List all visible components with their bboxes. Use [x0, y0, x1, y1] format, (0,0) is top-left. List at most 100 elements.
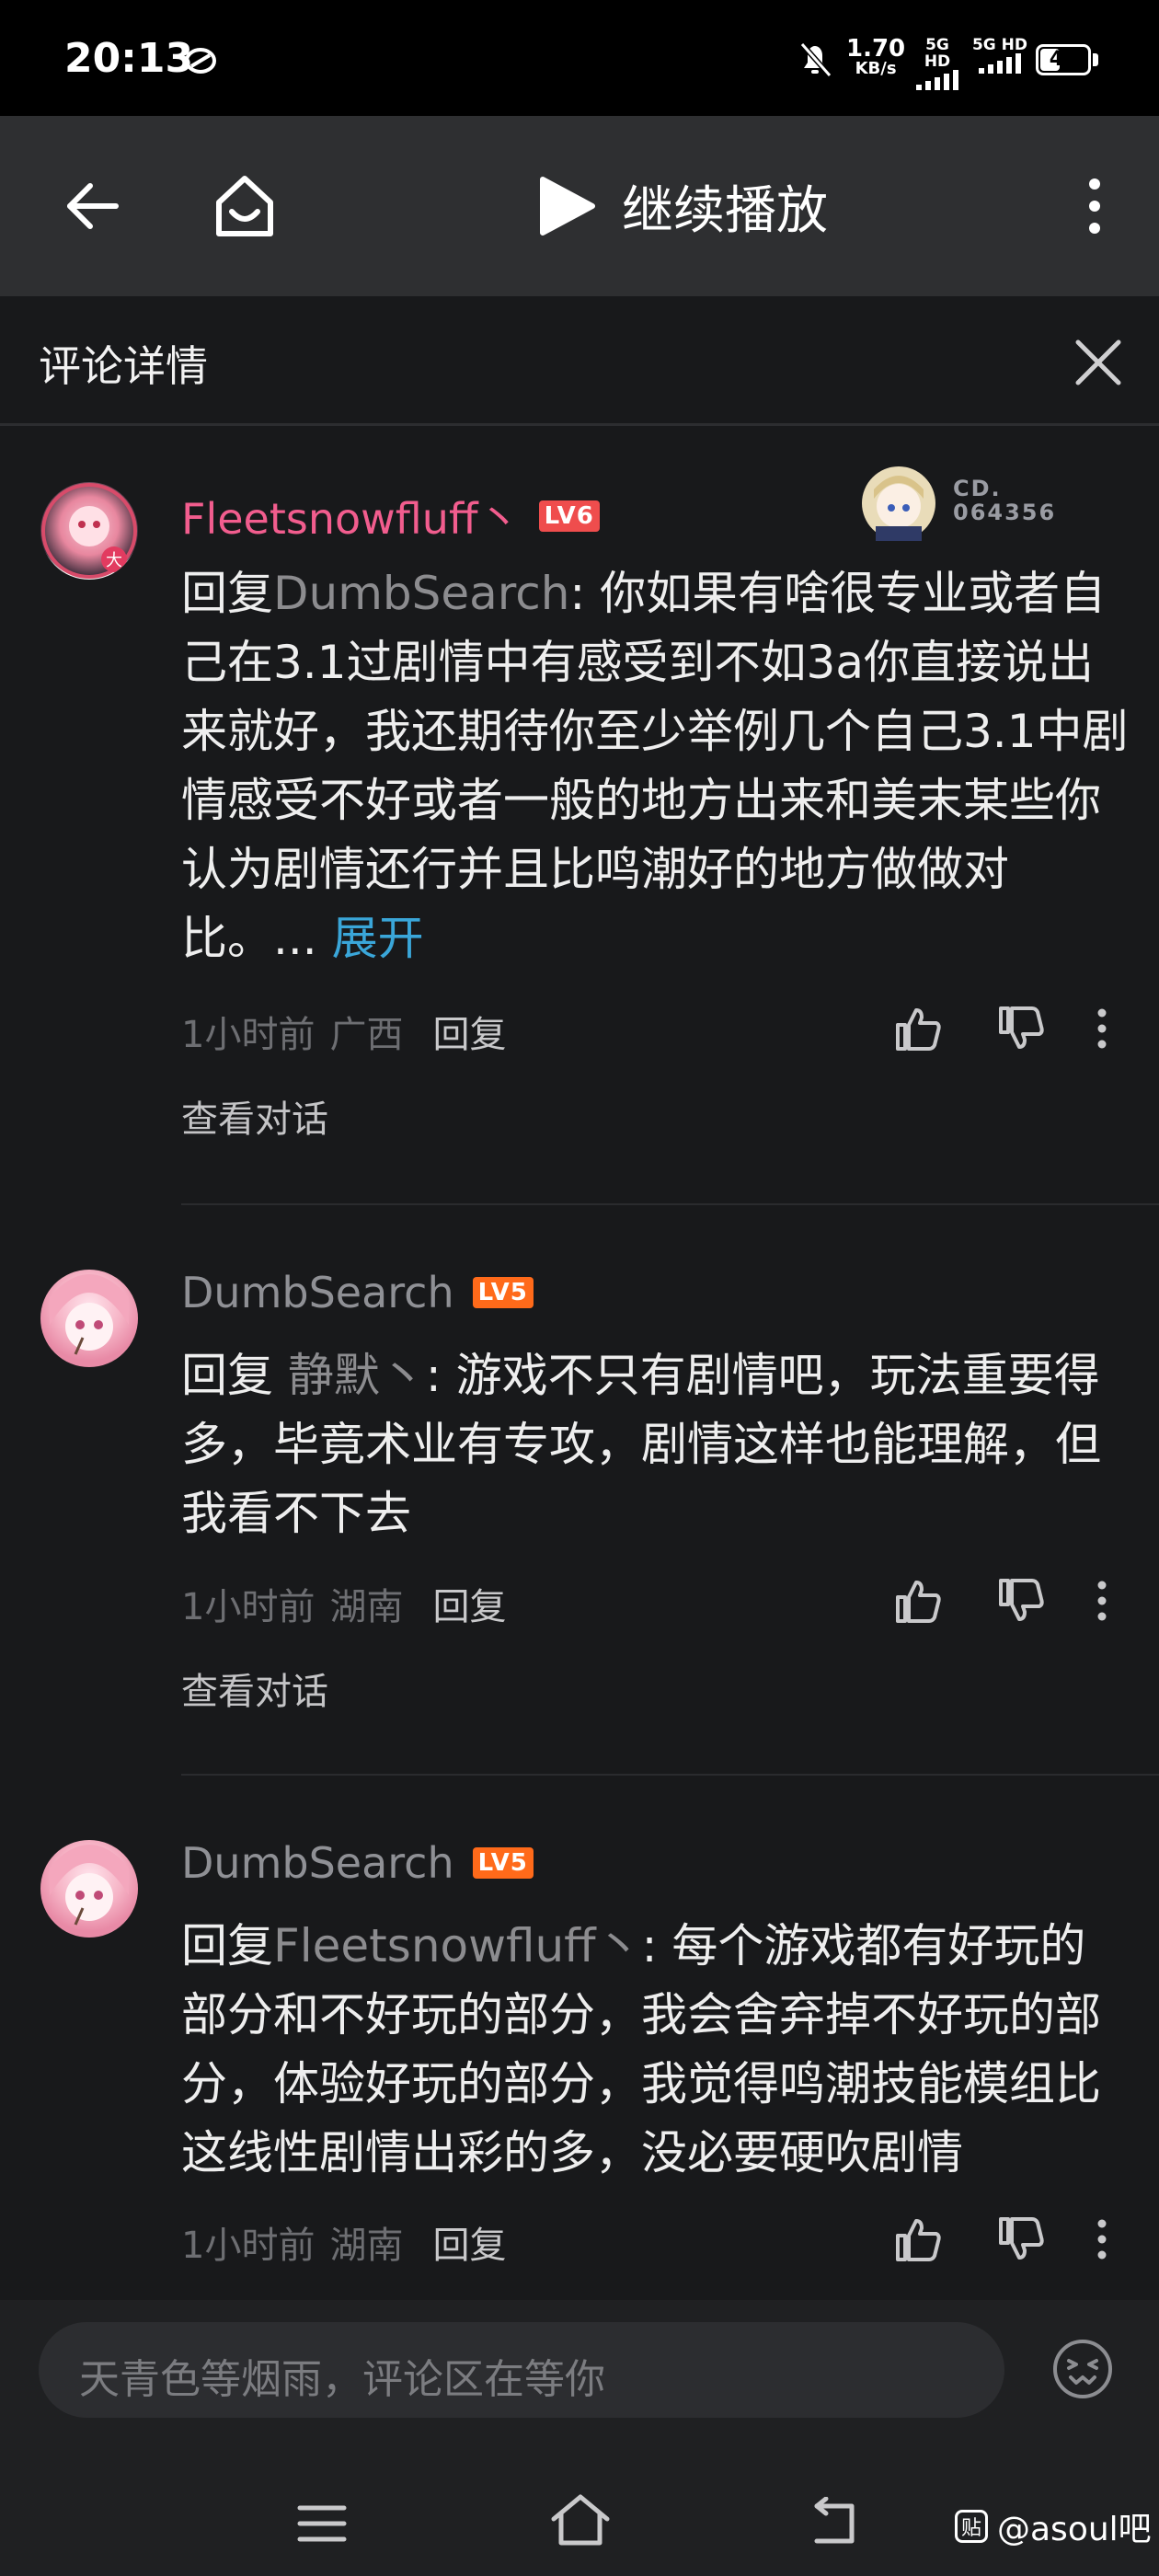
close-icon[interactable]: [1065, 329, 1131, 396]
comment-meta: 1小时前 广西 回复: [181, 1005, 506, 1058]
comment-input[interactable]: 天青色等烟雨，评论区在等你: [39, 2322, 1004, 2418]
resume-label: 继续播放: [622, 180, 828, 241]
watermark: 贴 @asoul吧: [955, 2502, 1152, 2550]
mute-bell-icon: [799, 42, 832, 77]
home-smile-icon: [216, 176, 273, 236]
resume-playback-button[interactable]: 继续播放: [534, 171, 828, 241]
view-conversation-link[interactable]: 查看对话: [181, 1089, 328, 1143]
comment-body[interactable]: 回复Fleetsnowfluff丶: 每个游戏都有好玩的部分和不好玩的部分，我会…: [181, 1912, 1129, 2188]
comment-username-row: Fleetsnowfluff丶 LV6: [181, 486, 600, 546]
comment-time: 1小时前: [181, 1014, 316, 1056]
signal-2: 5G HD: [971, 37, 1028, 79]
signal-1-label: 5G HD: [924, 36, 951, 71]
battery-icon: 47: [1036, 44, 1091, 75]
reply-prefix: 回复: [181, 1349, 273, 1402]
comment-time: 1小时前: [181, 1586, 316, 1628]
menu-icon[interactable]: [294, 2501, 350, 2547]
reply-prefix: 回复: [181, 567, 273, 620]
level-badge: LV6: [538, 500, 600, 532]
thumbs-up-icon[interactable]: [892, 1003, 944, 1054]
back-arrow-icon: [67, 183, 119, 229]
avatar-frame-icon: 大: [41, 483, 137, 579]
app-notification-icon: [185, 48, 216, 74]
divider: [181, 1203, 1159, 1205]
reply-to-user[interactable]: Fleetsnowfluff丶: [273, 1919, 642, 1972]
fan-badge-avatar: [857, 462, 940, 545]
comment-actions: [892, 2214, 1109, 2265]
comment-location: 湖南: [329, 2225, 404, 2267]
comment-meta: 1小时前 湖南 回复: [181, 1577, 506, 1630]
fan-badge-text-1: CD.: [953, 476, 1002, 501]
nav-back-icon[interactable]: [806, 2497, 865, 2548]
comment-meta: 1小时前 湖南 回复: [181, 2215, 506, 2269]
battery-level: 47: [1049, 48, 1078, 71]
avatar[interactable]: [40, 1270, 138, 1367]
reply-to-user[interactable]: 静默丶: [288, 1349, 426, 1402]
more-vertical-icon: [1089, 178, 1100, 234]
svg-text:大: 大: [106, 551, 122, 570]
thumbs-down-icon[interactable]: [995, 2214, 1047, 2265]
signal-bars-icon: [916, 70, 958, 90]
comment-detail-header: 评论详情: [0, 296, 1159, 426]
avatar[interactable]: [40, 1840, 138, 1938]
comment-time-location: 1小时前 湖南: [181, 2215, 403, 2269]
fan-badge-text-2: 064356: [953, 500, 1057, 525]
nav-home-icon[interactable]: [548, 2491, 613, 2550]
signal-bars-icon: [979, 53, 1021, 74]
comment-text: : 你如果有啥很专业或者自己在3.1过剧情中有感受到不如3a你直接说出来就好，我…: [181, 567, 1129, 965]
reply-button[interactable]: 回复: [432, 1577, 506, 1630]
signal-1: 5G HD: [911, 37, 964, 96]
avatar[interactable]: 大: [40, 482, 138, 580]
comment-more-icon[interactable]: [1095, 1578, 1109, 1624]
status-bar: 20:13 1.70 KB/s 5G HD 5G HD 47: [0, 0, 1159, 116]
comment-actions: [892, 1575, 1109, 1627]
comment-time-location: 1小时前 湖南: [181, 1577, 403, 1630]
username[interactable]: DumbSearch: [181, 1268, 454, 1317]
back-button[interactable]: [37, 116, 147, 296]
play-icon: [540, 177, 595, 236]
comment-body[interactable]: 回复DumbSearch: 你如果有啥很专业或者自己在3.1过剧情中有感受到不如…: [181, 559, 1129, 973]
home-button[interactable]: [189, 116, 300, 296]
detail-title: 评论详情: [39, 341, 208, 391]
net-speed-unit: KB/s: [855, 59, 897, 78]
reply-to-user[interactable]: DumbSearch: [273, 567, 569, 620]
signal-2-label: 5G HD: [971, 36, 1028, 54]
thumbs-down-icon[interactable]: [995, 1575, 1047, 1627]
battery-tip: [1093, 53, 1098, 66]
comment-time-location: 1小时前 广西: [181, 1005, 403, 1058]
comment-body[interactable]: 回复 静默丶: 游戏不只有剧情吧，玩法重要得多，毕竟术业有专攻，剧情这样也能理解…: [181, 1341, 1129, 1548]
reply-button[interactable]: 回复: [432, 1005, 506, 1058]
thumbs-down-icon[interactable]: [995, 1003, 1047, 1054]
username[interactable]: DumbSearch: [181, 1838, 454, 1888]
fan-badge-number: CD. 064356: [953, 477, 1056, 524]
comment-actions: [892, 1003, 1109, 1054]
username[interactable]: Fleetsnowfluff丶: [181, 486, 521, 546]
divider: [181, 1774, 1159, 1776]
thumbs-up-icon[interactable]: [892, 2214, 944, 2265]
watermark-text: @asoul吧: [997, 2511, 1152, 2548]
comment-input-placeholder: 天青色等烟雨，评论区在等你: [79, 2356, 605, 2403]
net-speed-value: 1.70: [846, 35, 906, 63]
more-menu-button[interactable]: [1058, 116, 1131, 296]
net-speed: 1.70 KB/s: [846, 35, 906, 79]
expand-link[interactable]: 展开: [332, 912, 424, 965]
comment-more-icon[interactable]: [1095, 2216, 1109, 2262]
comment-time: 1小时前: [181, 2225, 316, 2267]
comment-more-icon[interactable]: [1095, 1006, 1109, 1052]
status-time: 20:13: [64, 35, 194, 82]
avatar-girl-icon: [50, 1845, 129, 1926]
comment-username-row: DumbSearch LV5: [181, 1268, 534, 1317]
comment-username-row: DumbSearch LV5: [181, 1838, 534, 1888]
comment-location: 湖南: [329, 1586, 404, 1628]
avatar-girl-icon: [50, 1274, 129, 1355]
emoji-icon[interactable]: [1050, 2337, 1115, 2401]
fan-badge-icon: [862, 466, 935, 541]
level-badge: LV5: [472, 1277, 534, 1308]
level-badge: LV5: [472, 1847, 534, 1879]
view-conversation-link[interactable]: 查看对话: [181, 1662, 328, 1715]
top-bar: 继续播放: [0, 116, 1159, 296]
thumbs-up-icon[interactable]: [892, 1575, 944, 1627]
reply-button[interactable]: 回复: [432, 2215, 506, 2269]
comment-location: 广西: [329, 1014, 404, 1056]
reply-prefix: 回复: [181, 1919, 273, 1972]
